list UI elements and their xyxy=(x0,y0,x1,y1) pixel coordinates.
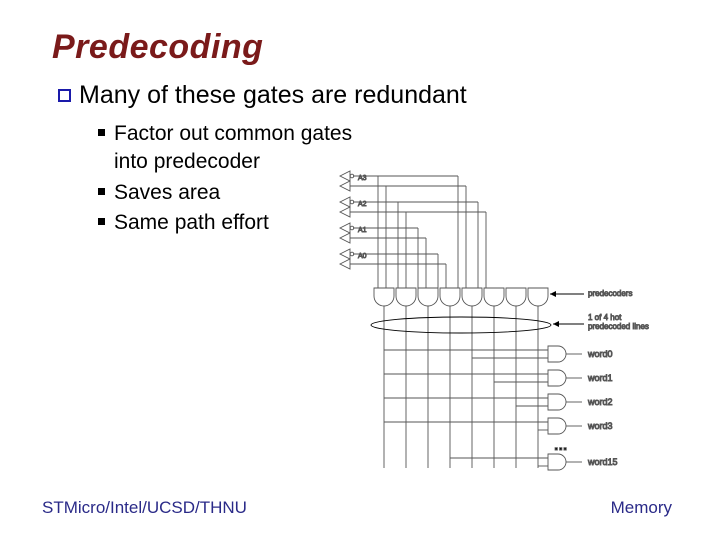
slide-title: Predecoding xyxy=(52,28,676,67)
label-word3: word3 xyxy=(587,421,613,431)
word-gates: word0 word1 word2 xyxy=(384,346,618,470)
bullet1-text: Many of these gates are redundant xyxy=(79,81,467,110)
sub2-text: Saves area xyxy=(114,179,220,207)
label-hot2: predecoded lines xyxy=(588,322,649,331)
label-word2: word2 xyxy=(587,397,613,407)
square-bullet-icon xyxy=(98,218,105,225)
label-word0: word0 xyxy=(587,349,613,359)
label-word1: word1 xyxy=(587,373,613,383)
label-word15: word15 xyxy=(587,457,618,467)
square-bullet-icon xyxy=(98,129,105,136)
label-predecoders: predecoders xyxy=(588,289,632,298)
vertical-rails xyxy=(350,176,486,288)
label-hot1: 1 of 4 hot xyxy=(588,313,622,322)
dots-icon: ... xyxy=(554,437,567,454)
hollow-square-icon xyxy=(58,89,71,102)
sub3-text: Same path effort xyxy=(114,209,269,237)
predecoder-diagram: A3 A2 A1 A0 xyxy=(338,168,678,478)
predecoder-gates xyxy=(374,288,548,306)
predecoded-rails xyxy=(384,306,538,468)
footer-right: Memory xyxy=(611,498,672,518)
footer-left: STMicro/Intel/UCSD/THNU xyxy=(42,498,247,518)
square-bullet-icon xyxy=(98,188,105,195)
bullet-level1: Many of these gates are redundant xyxy=(58,81,676,110)
